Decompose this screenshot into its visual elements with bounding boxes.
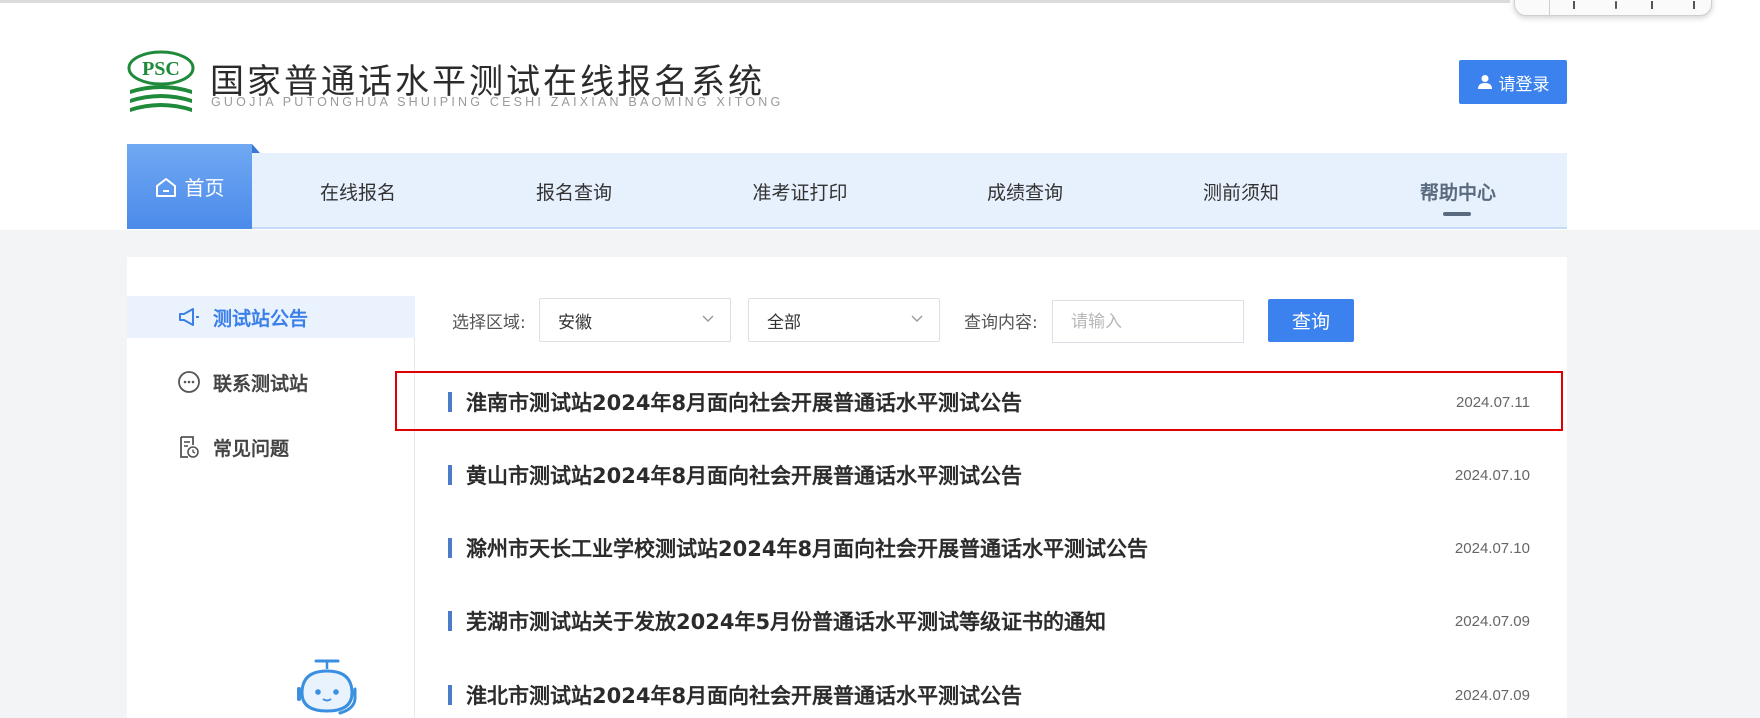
list-item-date: 2024.07.11 <box>1456 393 1530 411</box>
list-item-title[interactable]: 淮南市测试站2024年8月面向社会开展普通话水平测试公告 <box>466 387 1022 417</box>
region-select-value: 安徽 <box>558 312 592 333</box>
user-icon <box>1477 75 1492 89</box>
nav-item-register-query[interactable]: 报名查询 <box>490 153 658 229</box>
region-label: 选择区域: <box>452 313 526 333</box>
query-input[interactable] <box>1052 300 1244 343</box>
logo-text: PSC <box>142 58 180 80</box>
chevron-down-icon <box>911 315 923 322</box>
list-item-date: 2024.07.10 <box>1454 539 1530 557</box>
query-label: 查询内容: <box>964 313 1038 333</box>
nav-home-label: 首页 <box>184 176 225 200</box>
nav-item-online-register[interactable]: 在线报名 <box>270 153 446 229</box>
psc-logo-icon: PSC <box>127 50 195 112</box>
chat-bubble-icon <box>177 370 201 394</box>
list-item-marker <box>448 611 452 631</box>
list-item-title[interactable]: 滁州市天长工业学校测试站2024年8月面向社会开展普通话水平测试公告 <box>466 533 1148 563</box>
sidebar-item-faq[interactable]: 常见问题 <box>127 426 415 468</box>
list-item-marker <box>448 538 452 558</box>
list-item-date: 2024.07.09 <box>1454 612 1530 630</box>
chevron-down-icon <box>702 315 714 322</box>
sidebar-item-label: 测试站公告 <box>213 307 309 330</box>
search-button[interactable]: 查询 <box>1268 299 1354 342</box>
list-item-marker <box>448 465 452 485</box>
region-select[interactable]: 安徽 <box>539 298 731 342</box>
list-item[interactable]: 芜湖市测试站关于发放2024年5月份普通话水平测试等级证书的通知 2024.07… <box>448 601 1530 641</box>
toolbar-chevron-icon[interactable] <box>1651 1 1653 9</box>
sidebar-item-contact[interactable]: 联系测试站 <box>127 361 415 403</box>
toolbar-divider <box>1549 0 1550 17</box>
login-button[interactable]: 请登录 <box>1459 60 1567 104</box>
nav-item-admission-print[interactable]: 准考证打印 <box>710 153 890 229</box>
nav-item-score-query[interactable]: 成绩查询 <box>940 153 1110 229</box>
toolbar-circle-icon[interactable] <box>1615 1 1617 9</box>
nav-home[interactable]: 首页 <box>127 144 252 229</box>
list-item[interactable]: 滁州市天长工业学校测试站2024年8月面向社会开展普通话水平测试公告 2024.… <box>448 528 1530 568</box>
megaphone-icon <box>177 305 201 329</box>
scope-select[interactable]: 全部 <box>748 298 940 342</box>
nav-home-notch <box>252 144 260 153</box>
robot-assistant-icon[interactable] <box>296 655 358 718</box>
sidebar-item-announcements[interactable]: 测试站公告 <box>127 296 415 338</box>
list-item[interactable]: 淮南市测试站2024年8月面向社会开展普通话水平测试公告 2024.07.11 <box>448 382 1530 422</box>
nav-active-indicator <box>1443 212 1471 216</box>
list-item-title[interactable]: 淮北市测试站2024年8月面向社会开展普通话水平测试公告 <box>466 680 1022 710</box>
list-item-title[interactable]: 芜湖市测试站关于发放2024年5月份普通话水平测试等级证书的通知 <box>466 606 1106 636</box>
list-item-date: 2024.07.09 <box>1454 686 1530 704</box>
list-item[interactable]: 黄山市测试站2024年8月面向社会开展普通话水平测试公告 2024.07.10 <box>448 455 1530 495</box>
home-icon <box>155 177 176 197</box>
toolbar-refresh-icon[interactable] <box>1693 1 1695 9</box>
list-item[interactable]: 淮北市测试站2024年8月面向社会开展普通话水平测试公告 2024.07.09 <box>448 675 1530 715</box>
login-label: 请登录 <box>1498 74 1550 95</box>
nav-item-help-center[interactable]: 帮助中心 <box>1374 153 1542 229</box>
sidebar-divider <box>414 296 415 718</box>
document-clock-icon <box>177 435 201 459</box>
sidebar-item-label: 常见问题 <box>213 437 290 460</box>
list-item-marker <box>448 685 452 705</box>
nav-item-test-notice[interactable]: 测前须知 <box>1158 153 1324 229</box>
floating-toolbar[interactable] <box>1514 0 1712 17</box>
list-item-title[interactable]: 黄山市测试站2024年8月面向社会开展普通话水平测试公告 <box>466 460 1022 490</box>
list-item-date: 2024.07.10 <box>1454 466 1530 484</box>
toolbar-tool-icon[interactable] <box>1573 1 1575 9</box>
scope-select-value: 全部 <box>767 312 801 333</box>
sidebar-item-label: 联系测试站 <box>213 372 309 395</box>
list-item-marker <box>448 392 452 412</box>
browser-top-line <box>0 0 1510 3</box>
site-subtitle: GUOJIA PUTONGHUA SHUIPING CESHI ZAIXIAN … <box>211 95 784 109</box>
